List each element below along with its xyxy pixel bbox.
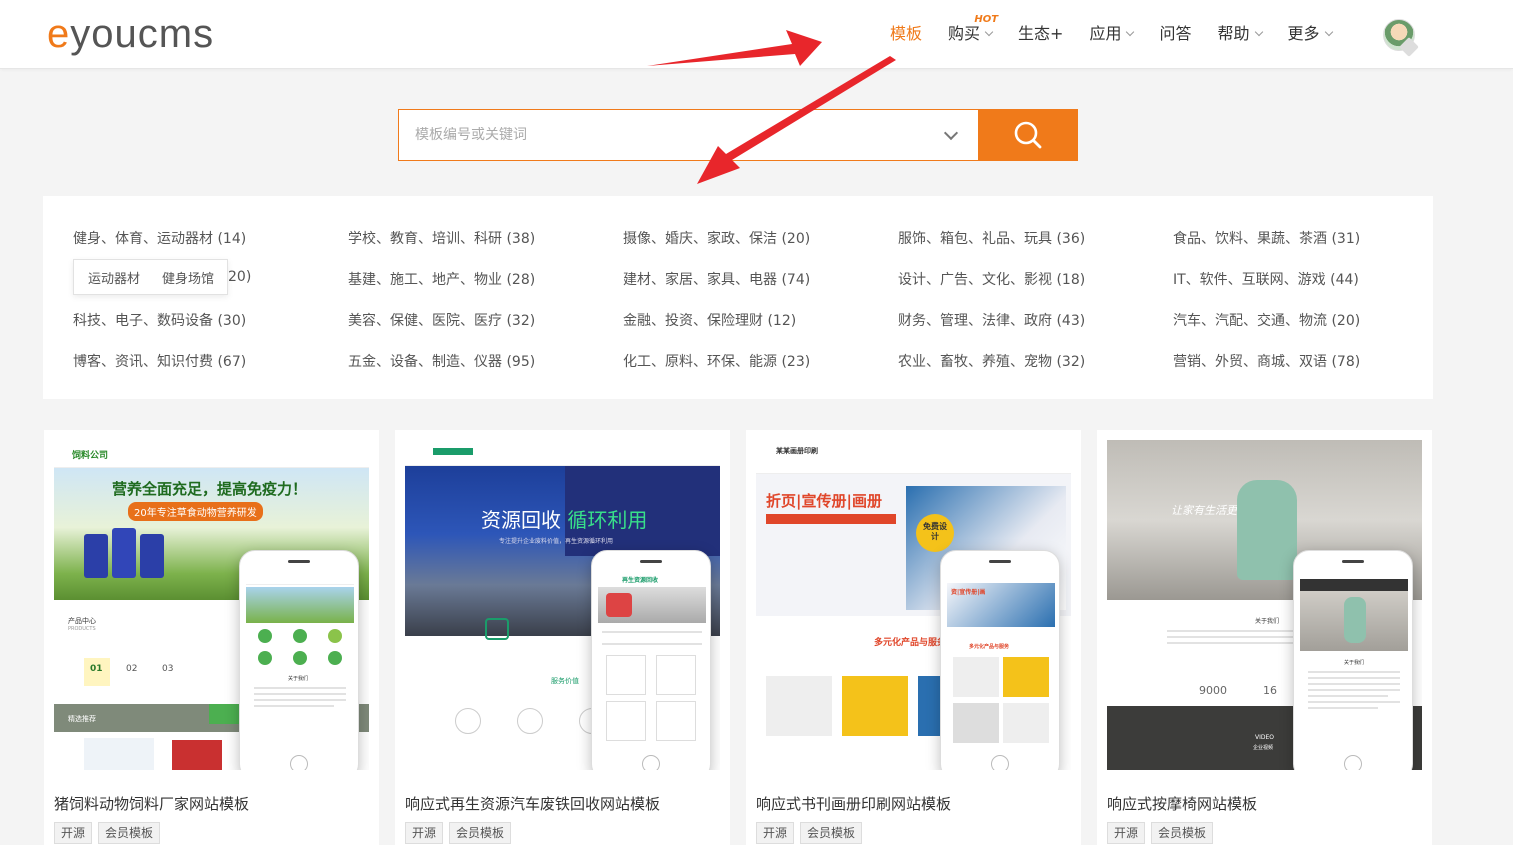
- category-link[interactable]: 基建、施工、地产、物业 (28): [348, 269, 535, 289]
- category-link[interactable]: 科技、电子、数码设备 (30): [73, 310, 246, 330]
- search-input[interactable]: [415, 127, 915, 143]
- nav-item-apps[interactable]: 应用: [1089, 22, 1135, 46]
- preview-badge: 免费设计: [923, 522, 947, 541]
- preview-stat: 9000: [1199, 684, 1227, 697]
- phone-mockup: 资|宣传册|画 多元化产品与服务: [940, 550, 1060, 770]
- template-preview[interactable]: 资源回收 循环利用 专注提升企业废料价值，再生资源循环利用 服务价值 再生资源回…: [405, 440, 720, 770]
- tag-open-source[interactable]: 开源: [54, 822, 93, 844]
- nav-item-help[interactable]: 帮助: [1217, 22, 1263, 46]
- subcategory-link[interactable]: 运动器材: [88, 268, 140, 287]
- template-preview[interactable]: 饲料公司 营养全面充足，提高免疫力！ 20年专注草食动物营养研发 产品中心 PR…: [54, 440, 369, 770]
- preview-phone-about: 关于我们: [1344, 660, 1365, 666]
- phone-mockup: 关于我们: [239, 550, 359, 770]
- category-link[interactable]: 农业、畜牧、养殖、宠物 (32): [898, 351, 1085, 371]
- category-link[interactable]: 金融、投资、保险理财 (12): [623, 310, 796, 330]
- nav-item-templates[interactable]: 模板: [890, 22, 922, 46]
- category-link[interactable]: 美容、保健、医院、医疗 (32): [348, 310, 535, 330]
- subcategory-popup: 运动器材 健身场馆: [73, 259, 228, 295]
- template-preview[interactable]: 让家有生活更美好 关于我们 9000 16 VIDEO 企业视频 关于我们: [1107, 440, 1422, 770]
- category-link[interactable]: 五金、设备、制造、仪器 (95): [348, 351, 535, 371]
- preview-company: 某某画册印刷: [776, 447, 818, 455]
- tag-member-template[interactable]: 会员模板: [98, 822, 161, 844]
- phone-mockup: 再生资源回收: [591, 550, 711, 770]
- main-nav: 模板 购买 HOT 生态+ 应用 问答 帮助 更多: [890, 14, 1358, 46]
- preview-section-en: PRODUCTS: [68, 626, 96, 632]
- template-tags: 开源 会员模板: [1107, 822, 1214, 844]
- template-card[interactable]: 资源回收 循环利用 专注提升企业废料价值，再生资源循环利用 服务价值 再生资源回…: [395, 430, 730, 845]
- category-link[interactable]: IT、软件、互联网、游戏 (44): [1173, 269, 1359, 289]
- category-link[interactable]: 设计、广告、文化、影视 (18): [898, 269, 1085, 289]
- category-link[interactable]: 财务、管理、法律、政府 (43): [898, 310, 1085, 330]
- preview-subhead: 20年专注草食动物营养研发: [128, 502, 263, 521]
- hot-badge: HOT: [974, 14, 999, 25]
- preview-section: 产品中心: [68, 617, 96, 625]
- chevron-down-icon: [1324, 27, 1333, 37]
- preview-company: 饲料公司: [72, 451, 109, 461]
- category-link[interactable]: 汽车、汽配、交通、物流 (20): [1173, 310, 1360, 330]
- nav-item-more[interactable]: 更多: [1288, 22, 1333, 46]
- preview-headline: 资源回收 循环利用: [481, 508, 648, 532]
- category-link[interactable]: 博客、资讯、知识付费 (67): [73, 351, 246, 371]
- preview-phone-brand: 再生资源回收: [622, 577, 659, 584]
- template-card[interactable]: 饲料公司 营养全面充足，提高免疫力！ 20年专注草食动物营养研发 产品中心 PR…: [44, 430, 379, 845]
- category-link[interactable]: 学校、教育、培训、科研 (38): [348, 228, 535, 248]
- search-button[interactable]: [978, 109, 1078, 161]
- search-icon: [1014, 121, 1042, 149]
- category-link[interactable]: 健身、体育、运动器材 (14): [73, 228, 246, 248]
- preview-service: 服务价值: [551, 677, 579, 685]
- template-title[interactable]: 猪饲料动物饲料厂家网站模板: [54, 793, 249, 814]
- preview-recommend: 精选推荐: [68, 715, 96, 723]
- template-title[interactable]: 响应式按摩椅网站模板: [1107, 793, 1257, 814]
- template-preview[interactable]: 某某画册印刷 折页|宣传册|画册 免费设计 多元化产品与服务 资|宣传册|画 多…: [756, 440, 1071, 770]
- preview-multi: 多元化产品与服务: [874, 638, 947, 648]
- template-tags: 开源 会员模板: [756, 822, 863, 844]
- nav-item-buy[interactable]: 购买 HOT: [948, 14, 998, 46]
- template-card[interactable]: 让家有生活更美好 关于我们 9000 16 VIDEO 企业视频 关于我们 响应…: [1097, 430, 1432, 845]
- template-tags: 开源 会员模板: [405, 822, 512, 844]
- template-tags: 开源 会员模板: [54, 822, 161, 844]
- preview-num: 03: [162, 664, 174, 674]
- tag-open-source[interactable]: 开源: [1107, 822, 1146, 844]
- template-title[interactable]: 响应式再生资源汽车废铁回收网站模板: [405, 793, 660, 814]
- chevron-down-icon: [1126, 27, 1135, 37]
- tag-open-source[interactable]: 开源: [756, 822, 795, 844]
- tag-member-template[interactable]: 会员模板: [800, 822, 863, 844]
- category-link[interactable]: 建材、家居、家具、电器 (74): [623, 269, 810, 289]
- tag-open-source[interactable]: 开源: [405, 822, 444, 844]
- category-link[interactable]: 化工、原料、环保、能源 (23): [623, 351, 810, 371]
- preview-video: VIDEO: [1255, 734, 1275, 741]
- preview-headline: 营养全面充足，提高免疫力！: [112, 480, 308, 498]
- eyoucms-logo[interactable]: eyoucms: [47, 12, 214, 56]
- template-search: [398, 109, 1078, 161]
- category-link[interactable]: 摄像、婚庆、家政、保洁 (20): [623, 228, 810, 248]
- preview-phone-multi: 多元化产品与服务: [969, 644, 1010, 650]
- preview-stat: 16: [1263, 684, 1277, 697]
- preview-phone-about: 关于我们: [288, 676, 309, 682]
- chevron-down-icon[interactable]: [943, 125, 959, 141]
- preview-headline: 折页|宣传册|画册: [766, 492, 882, 510]
- preview-about: 关于我们: [1255, 618, 1280, 625]
- preview-subhead: 专注提升企业废料价值，再生资源循环利用: [499, 538, 614, 545]
- preview-num: 02: [126, 664, 138, 674]
- template-title[interactable]: 响应式书刊画册印刷网站模板: [756, 793, 951, 814]
- nav-item-ecosystem[interactable]: 生态+: [1018, 22, 1063, 46]
- nav-item-qa[interactable]: 问答: [1159, 22, 1191, 46]
- tag-member-template[interactable]: 会员模板: [449, 822, 512, 844]
- top-header: eyoucms 模板 购买 HOT 生态+ 应用 问答 帮助 更多: [0, 0, 1513, 69]
- preview-video-cn: 企业视频: [1253, 745, 1274, 751]
- search-box: [398, 109, 978, 161]
- template-card[interactable]: 某某画册印刷 折页|宣传册|画册 免费设计 多元化产品与服务 资|宣传册|画 多…: [746, 430, 1081, 845]
- category-link-partial[interactable]: 20): [228, 269, 251, 285]
- subcategory-link[interactable]: 健身场馆: [162, 268, 214, 287]
- category-link[interactable]: 食品、饮料、果蔬、茶酒 (31): [1173, 228, 1360, 248]
- preview-num: 01: [90, 664, 103, 674]
- tag-member-template[interactable]: 会员模板: [1151, 822, 1214, 844]
- category-link[interactable]: 营销、外贸、商城、双语 (78): [1173, 351, 1360, 371]
- phone-mockup: 关于我们: [1293, 550, 1413, 770]
- category-link[interactable]: 服饰、箱包、礼品、玩具 (36): [898, 228, 1085, 248]
- chevron-down-icon: [1254, 27, 1263, 37]
- preview-phone-headline: 资|宣传册|画: [951, 589, 986, 596]
